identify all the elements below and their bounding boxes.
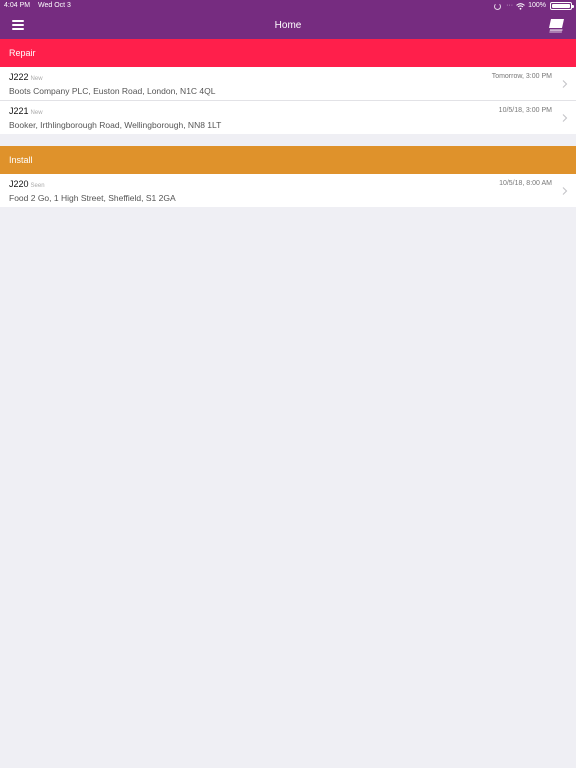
- job-status: New: [30, 110, 43, 116]
- section-header-install: Install: [0, 146, 576, 174]
- page-title: Home: [274, 20, 302, 31]
- status-bar: 4:04 PM Wed Oct 3 ··· 100%: [0, 0, 576, 12]
- job-id-line: J222 New: [9, 72, 43, 82]
- job-address: Booker, Irthlingborough Road, Wellingbor…: [9, 120, 222, 130]
- status-indicators: ··· 100%: [494, 0, 574, 12]
- job-row-j221[interactable]: J221 New Booker, Irthlingborough Road, We…: [0, 101, 576, 134]
- chevron-right-icon: [562, 80, 568, 88]
- job-id-line: J221 New: [9, 106, 43, 116]
- job-time: Tomorrow, 3:00 PM: [491, 73, 552, 80]
- battery-percent: 100%: [528, 2, 546, 9]
- stack-icon[interactable]: [548, 18, 566, 33]
- status-date: Wed Oct 3: [38, 2, 71, 9]
- job-time: 10/5/18, 8:00 AM: [499, 180, 552, 187]
- chevron-right-icon: [562, 114, 568, 122]
- wifi-icon: [516, 2, 525, 10]
- activity-spinner-icon: [494, 2, 502, 10]
- job-row-j222[interactable]: J222 New Boots Company PLC, Euston Road, …: [0, 67, 576, 100]
- job-time: 10/5/18, 3:00 PM: [498, 107, 552, 114]
- signal-icon: ···: [506, 2, 514, 9]
- job-status: New: [30, 76, 43, 82]
- job-status: Seen: [30, 183, 45, 189]
- job-id: J220: [9, 179, 29, 189]
- battery-icon: [550, 2, 574, 10]
- job-row-j220[interactable]: J220 Seen Food 2 Go, 1 High Street, Sheff…: [0, 174, 576, 207]
- chevron-right-icon: [562, 187, 568, 195]
- job-id-line: J220 Seen: [9, 179, 45, 189]
- status-time: 4:04 PM: [4, 2, 31, 9]
- job-id: J222: [9, 72, 29, 82]
- section-header-repair: Repair: [0, 39, 576, 67]
- battery-level: [552, 4, 570, 8]
- job-address: Boots Company PLC, Euston Road, London, …: [9, 86, 216, 96]
- navigation-bar: Home: [0, 12, 576, 39]
- job-id: J221: [9, 106, 29, 116]
- job-address: Food 2 Go, 1 High Street, Sheffield, S1 …: [9, 193, 176, 203]
